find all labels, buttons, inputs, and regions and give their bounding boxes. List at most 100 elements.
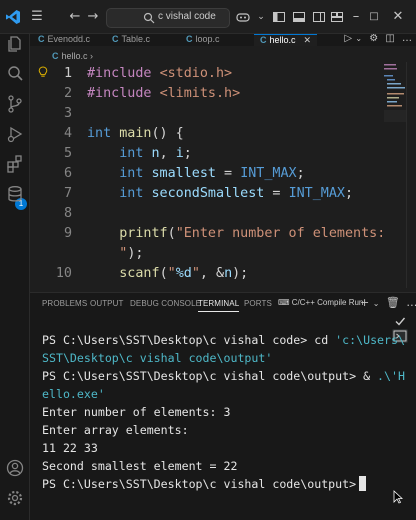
code-line[interactable]: 5 int n, i; <box>30 144 382 164</box>
code-line[interactable]: 7 int secondSmallest = INT_MAX; <box>30 184 382 204</box>
account-icon[interactable] <box>5 458 25 478</box>
close-window-icon[interactable]: ✕ <box>392 8 404 26</box>
code-line[interactable]: 1 #include <stdio.h> <box>30 64 382 84</box>
code-text: scanf("%d", &n); <box>87 264 248 284</box>
code-line[interactable]: 9 printf("Enter number of elements: <box>30 224 382 244</box>
terminal-dropdown-icon[interactable]: ⌄ <box>373 299 380 308</box>
code-line[interactable]: 8 <box>30 204 382 224</box>
terminal-line: SST\Desktop\c vishal code\output' <box>42 349 380 367</box>
gear-icon[interactable]: ⚙ <box>369 34 378 44</box>
code-line[interactable]: "); <box>30 244 382 264</box>
code-editor[interactable]: 1 #include <stdio.h> 2 #include <limits.h> 3… <box>30 62 382 288</box>
more-actions-icon[interactable]: … <box>406 296 416 309</box>
customize-layout-icon[interactable] <box>330 8 344 26</box>
forward-arrow-icon[interactable]: → <box>86 8 100 26</box>
command-center-search[interactable]: c vishal code <box>106 8 230 28</box>
terminal-output[interactable]: PS C:\Users\SST\Desktop\c vishal code> c… <box>42 331 405 493</box>
tab-label: loop.c <box>195 34 220 44</box>
close-tab-icon[interactable]: ✕ <box>304 35 312 45</box>
run-debug-icon[interactable] <box>5 124 25 144</box>
copilot-icon[interactable] <box>236 8 250 26</box>
line-number: 6 <box>63 166 72 181</box>
terminal-line: 11 22 33 <box>42 439 380 457</box>
code-text: "); <box>87 244 143 264</box>
code-line[interactable]: 4 int main() { <box>30 124 382 144</box>
code-token: ); <box>127 246 144 261</box>
menu-icon[interactable]: ☰ <box>30 8 44 26</box>
terminal-line: Second smallest element = 22 <box>42 457 380 475</box>
terminal-text: Enter array elements: <box>42 423 189 437</box>
minimize-icon[interactable]: – <box>350 8 362 26</box>
split-editor-icon[interactable]: ◫ <box>385 34 394 44</box>
settings-gear-icon[interactable] <box>5 488 25 508</box>
code-token: " <box>87 246 128 261</box>
terminal-cursor <box>359 476 367 491</box>
terminal-line: PS C:\Users\SST\Desktop\c vishal code> c… <box>42 331 405 349</box>
terminal-text: 'c:\Users\ <box>335 333 405 347</box>
code-token: <limits.h> <box>159 86 241 101</box>
code-token: ; <box>296 166 305 181</box>
line-number: 5 <box>63 146 72 161</box>
database-icon[interactable] <box>5 184 25 204</box>
more-actions-icon[interactable]: … <box>402 34 412 44</box>
tab-label: Evenodd.c <box>47 34 91 44</box>
editor-scrollbar[interactable] <box>406 62 414 288</box>
run-dropdown-icon[interactable]: ⌄ <box>355 34 362 43</box>
panel-tab-debug-console[interactable]: DEBUG CONSOLE <box>130 299 201 308</box>
tab-table[interactable]: C Table.c <box>112 34 150 46</box>
new-terminal-icon[interactable]: + <box>360 296 369 309</box>
code-token: , & <box>199 266 225 281</box>
code-line[interactable]: 10 scanf("%d", &n); <box>30 264 382 284</box>
toggle-secondary-sidebar-icon[interactable] <box>312 8 326 26</box>
code-token: , <box>159 146 176 161</box>
terminal-selector[interactable]: ⌨ C/C++ Compile Run <box>278 298 363 307</box>
tab-hello[interactable]: Chello.c ✕ <box>254 34 318 46</box>
code-text: int n, i; <box>87 144 192 164</box>
terminal-text: PS C:\Users\SST\Desktop\c vishal code\ou… <box>42 369 378 383</box>
terminal-name: C/C++ Compile Run <box>291 298 364 307</box>
chevron-down-icon[interactable]: ⌄ <box>256 8 266 26</box>
panel-tab-ports[interactable]: PORTS <box>244 299 272 308</box>
panel-tab-output[interactable]: OUTPUT <box>90 299 124 308</box>
code-token: ); <box>232 266 249 281</box>
panel-tab-terminal[interactable]: TERMINAL <box>198 299 240 312</box>
line-number: 2 <box>63 86 72 101</box>
code-token: scanf <box>119 266 160 281</box>
extensions-icon[interactable] <box>5 154 25 174</box>
source-control-icon[interactable] <box>5 94 25 114</box>
code-token: ; <box>345 186 354 201</box>
search-icon[interactable] <box>5 64 25 84</box>
panel-actions: + ⌄ 🗑 … <box>360 296 416 309</box>
code-line[interactable]: 2 #include <limits.h> <box>30 84 382 104</box>
run-icon[interactable]: ▷ <box>344 34 352 44</box>
code-token: = <box>216 166 241 181</box>
maximize-icon[interactable]: □ <box>368 8 380 26</box>
code-line[interactable]: 3 <box>30 104 382 124</box>
minimap[interactable] <box>384 62 406 122</box>
code-text: int secondSmallest = INT_MAX; <box>87 184 353 204</box>
terminal-text: ello.exe' <box>42 387 105 401</box>
code-line[interactable]: 6 int smallest = INT_MAX; <box>30 164 382 184</box>
toggle-sidebar-icon[interactable] <box>272 8 286 26</box>
breadcrumb-file[interactable]: hello.c <box>62 51 88 61</box>
panel-tab-problems[interactable]: PROBLEMS <box>42 299 87 308</box>
tab-label: Table.c <box>121 34 151 44</box>
line-number: 1 <box>63 66 72 81</box>
tab-evenodd[interactable]: C Evenodd.c <box>38 34 90 46</box>
line-number: 7 <box>63 186 72 201</box>
terminal-text: Enter number of elements: 3 <box>42 405 231 419</box>
code-token: %d <box>175 266 192 281</box>
explorer-icon[interactable] <box>5 34 25 54</box>
code-text: int main() { <box>87 124 184 144</box>
back-arrow-icon[interactable]: ← <box>68 8 82 26</box>
activity-bar: 1 <box>0 34 30 520</box>
tab-loop[interactable]: Cloop.c <box>186 34 220 46</box>
breadcrumb-chevron-icon: › <box>87 51 94 61</box>
toggle-panel-icon[interactable] <box>292 8 306 26</box>
code-token: = <box>264 186 289 201</box>
trash-icon[interactable]: 🗑 <box>386 296 400 309</box>
code-token: i <box>175 146 184 161</box>
title-bar: ☰ ← → c vishal code ⌄ – □ ✕ <box>0 0 416 34</box>
